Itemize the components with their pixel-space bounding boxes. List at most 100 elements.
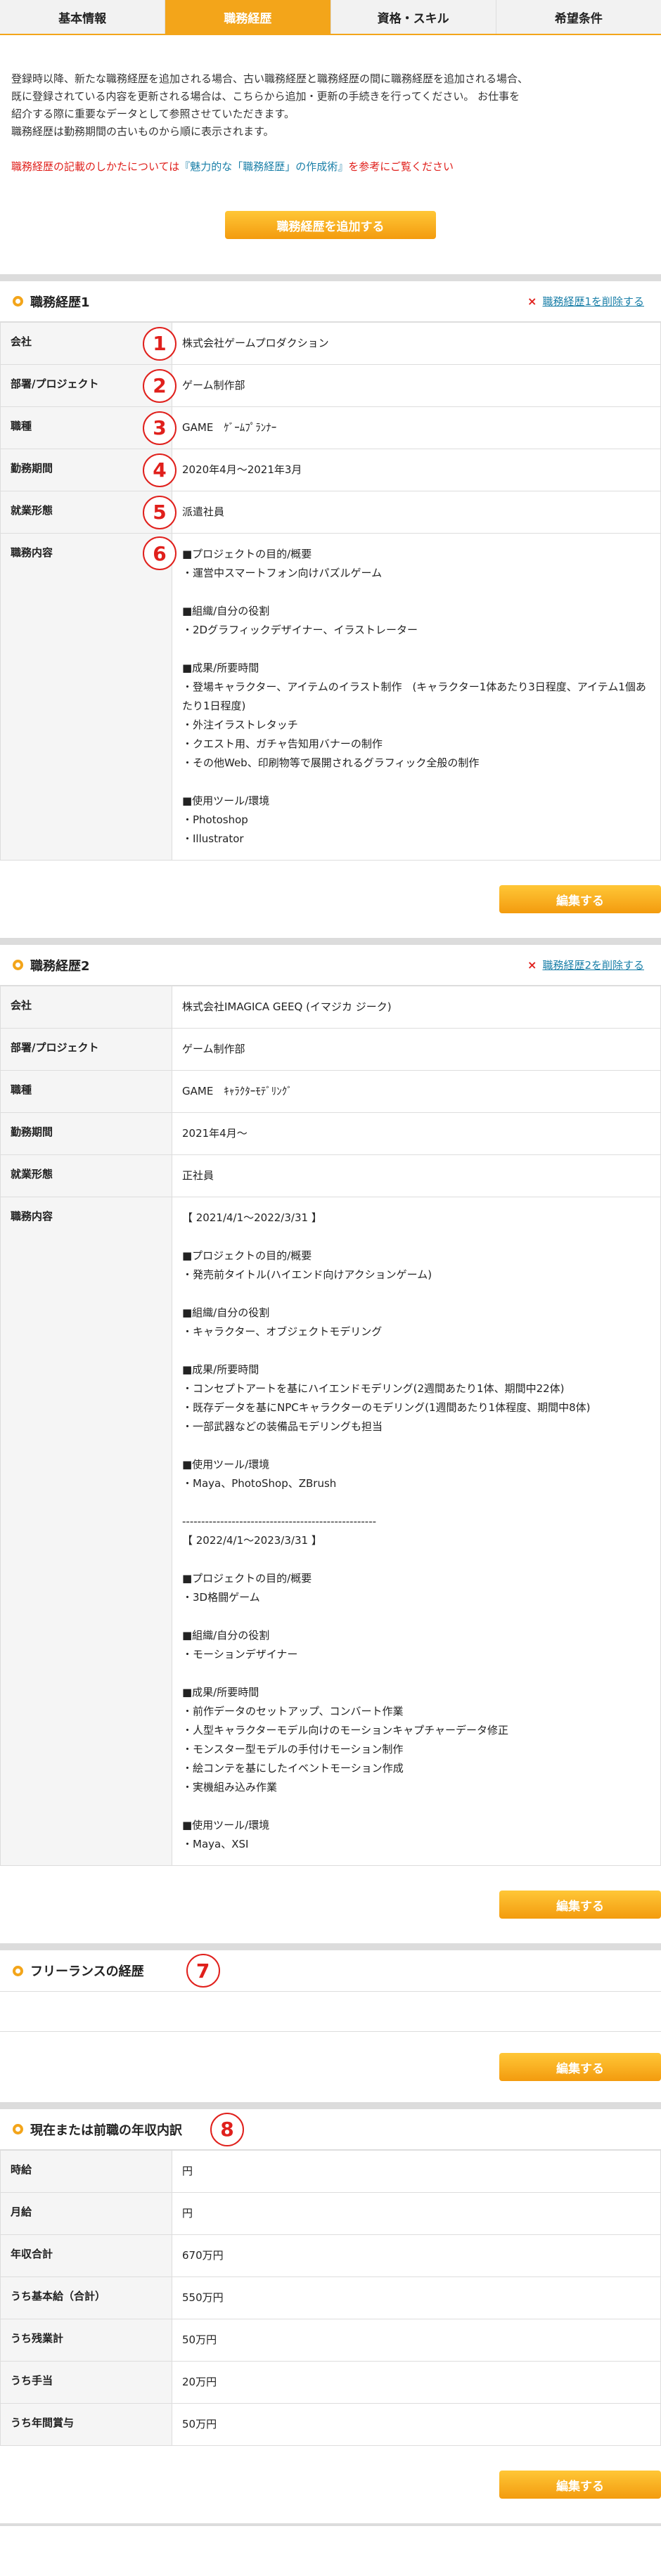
income-value: 50万円 — [172, 2319, 661, 2362]
delete-career2-text[interactable]: 職務経歴2を削除する — [542, 958, 644, 972]
table-row: 月給円 — [0, 2192, 661, 2235]
label-content: 職務内容 — [11, 546, 53, 559]
income-header: 現在または前職の年収内訳 8 — [0, 2109, 661, 2150]
tab-preferences[interactable]: 希望条件 — [496, 0, 661, 34]
tab-career[interactable]: 職務経歴 — [165, 0, 331, 34]
career1-dept: ゲーム制作部 — [172, 364, 661, 407]
career2-table: 会社 株式会社IMAGICA GEEQ (イマジカ ジーク) 部署/プロジェクト… — [0, 986, 661, 1866]
career2-header: 職務経歴2 × 職務経歴2を削除する — [0, 945, 661, 986]
bullet-ring-icon — [13, 2124, 23, 2134]
table-row: 勤務期間 2021年4月～ — [0, 1112, 661, 1155]
table-row: 職種 3 GAME ｹﾞｰﾑﾌﾟﾗﾝﾅｰ — [0, 406, 661, 449]
income-value: 20万円 — [172, 2361, 661, 2404]
career1-job: GAME ｹﾞｰﾑﾌﾟﾗﾝﾅｰ — [172, 406, 661, 449]
section-divider — [0, 2523, 661, 2526]
freelance-title: フリーランスの経歴 7 — [13, 1954, 220, 1988]
career2-company: 株式会社IMAGICA GEEQ (イマジカ ジーク) — [172, 986, 661, 1029]
career2-edit-area: 編集する — [0, 1866, 661, 1943]
guide-after: を参考にご覧ください — [348, 160, 454, 173]
section-divider — [0, 274, 661, 281]
bullet-ring-icon — [13, 296, 23, 307]
table-row: うち基本給（合計） 550万円 — [0, 2276, 661, 2319]
income-title: 現在または前職の年収内訳 8 — [13, 2112, 244, 2146]
label-job: 職種 — [11, 420, 32, 432]
freelance-edit-button[interactable]: 編集する — [499, 2053, 661, 2081]
career2-job: GAME ｷｬﾗｸﾀｰﾓﾃﾞﾘﾝｸﾞ — [172, 1070, 661, 1113]
row-label: 部署/プロジェクト — [0, 1028, 172, 1071]
marker-8: 8 — [210, 2112, 244, 2146]
table-row: 職務内容 6 ■プロジェクトの目的/概要 ・運営中スマートフォン向けパズルゲーム … — [0, 533, 661, 861]
row-label: 就業形態 5 — [0, 491, 177, 534]
career2-employment: 正社員 — [172, 1154, 661, 1197]
label-dept: 部署/プロジェクト — [11, 378, 99, 390]
career2-edit-button[interactable]: 編集する — [499, 1891, 661, 1919]
marker-1: 1 — [143, 326, 177, 361]
career2-content: 【 2021/4/1～2022/3/31 】 ■プロジェクトの目的/概要 ・発売… — [172, 1197, 661, 1866]
section-divider — [0, 2102, 661, 2109]
row-label: 職種 — [0, 1070, 172, 1113]
career1-title-text: 職務経歴1 — [30, 295, 90, 310]
table-row: 部署/プロジェクト ゲーム制作部 — [0, 1028, 661, 1071]
profile-tabs: 基本情報 職務経歴 資格・スキル 希望条件 — [0, 0, 661, 35]
label-company: 会社 — [11, 335, 32, 348]
table-row: 会社 1 株式会社ゲームプロダクション — [0, 322, 661, 365]
career1-title: 職務経歴1 — [13, 292, 90, 311]
intro-line: 紹介する際に重要なデータとして参照させていただきます。 — [11, 108, 295, 120]
intro-line: 職務経歴は勤務期間の古いものから順に表示されます。 — [11, 125, 274, 138]
income-edit-button[interactable]: 編集する — [499, 2471, 661, 2499]
marker-7: 7 — [186, 1954, 220, 1988]
label-period: 勤務期間 — [11, 462, 53, 475]
income-value: 50万円 — [172, 2403, 661, 2446]
career2-dept: ゲーム制作部 — [172, 1028, 661, 1071]
intro-line: 登録時以降、新たな職務経歴を追加される場合、古い職務経歴と職務経歴の間に職務経歴… — [11, 72, 529, 85]
table-row: 就業形態 正社員 — [0, 1154, 661, 1197]
delete-career1-link[interactable]: × 職務経歴1を削除する — [527, 294, 644, 309]
section-divider — [0, 1943, 661, 1950]
income-value: 670万円 — [172, 2234, 661, 2277]
table-row: 職務内容 【 2021/4/1～2022/3/31 】 ■プロジェクトの目的/概… — [0, 1197, 661, 1866]
row-label: 勤務期間 4 — [0, 449, 177, 491]
table-row: 年収合計 670万円 — [0, 2234, 661, 2277]
row-label: 会社 1 — [0, 322, 177, 365]
row-label: 月給 — [0, 2192, 172, 2235]
career1-edit-button[interactable]: 編集する — [499, 885, 661, 913]
row-label: 勤務期間 — [0, 1112, 172, 1155]
row-label: うち年間賞与 — [0, 2403, 172, 2446]
row-label: うち基本給（合計） — [0, 2276, 172, 2319]
freelance-empty-box — [0, 1991, 661, 2032]
guide-link[interactable]: 『魅力的な「職務経歴」の作成術』 — [179, 160, 348, 173]
table-row: 時給円 — [0, 2150, 661, 2193]
tab-basic-info[interactable]: 基本情報 — [0, 0, 166, 34]
table-row: 就業形態 5 派遣社員 — [0, 491, 661, 534]
row-label: 就業形態 — [0, 1154, 172, 1197]
table-row: うち残業計 50万円 — [0, 2319, 661, 2362]
career2-title: 職務経歴2 — [13, 956, 90, 974]
row-label: うち手当 — [0, 2361, 172, 2404]
income-title-text: 現在または前職の年収内訳 — [30, 2123, 182, 2138]
freelance-title-text: フリーランスの経歴 — [30, 1964, 144, 1979]
delete-career1-text[interactable]: 職務経歴1を削除する — [542, 294, 644, 309]
bullet-ring-icon — [13, 1965, 23, 1976]
career1-table: 会社 1 株式会社ゲームプロダクション 部署/プロジェクト 2 ゲーム制作部 職種 3… — [0, 322, 661, 861]
freelance-edit-area: 編集する — [0, 2032, 661, 2102]
delete-career2-link[interactable]: × 職務経歴2を削除する — [527, 958, 644, 972]
income-value: 円 — [172, 2150, 661, 2193]
row-label: 職務内容 — [0, 1197, 172, 1866]
income-value: 550万円 — [172, 2276, 661, 2319]
marker-4: 4 — [143, 453, 177, 487]
tab-skills[interactable]: 資格・スキル — [331, 0, 496, 34]
row-label: 会社 — [0, 986, 172, 1029]
intro-line: 既に登録されている内容を更新される場合は、こちらから追加・更新の手続きを行ってく… — [11, 90, 520, 103]
table-row: 部署/プロジェクト 2 ゲーム制作部 — [0, 364, 661, 407]
career1-content: ■プロジェクトの目的/概要 ・運営中スマートフォン向けパズルゲーム ■組織/自分… — [172, 533, 661, 861]
income-edit-area: 編集する — [0, 2446, 661, 2523]
add-career-button[interactable]: 職務経歴を追加する — [225, 211, 436, 239]
row-label: 年収合計 — [0, 2234, 172, 2277]
marker-2: 2 — [143, 368, 177, 403]
guide-text: 職務経歴の記載のしかたについては『魅力的な「職務経歴」の作成術』を参考にご覧くだ… — [11, 158, 650, 176]
marker-6: 6 — [143, 536, 177, 570]
income-value: 円 — [172, 2192, 661, 2235]
row-label: 職種 3 — [0, 406, 177, 449]
table-row: うち手当 20万円 — [0, 2361, 661, 2404]
row-label: 部署/プロジェクト 2 — [0, 364, 177, 407]
